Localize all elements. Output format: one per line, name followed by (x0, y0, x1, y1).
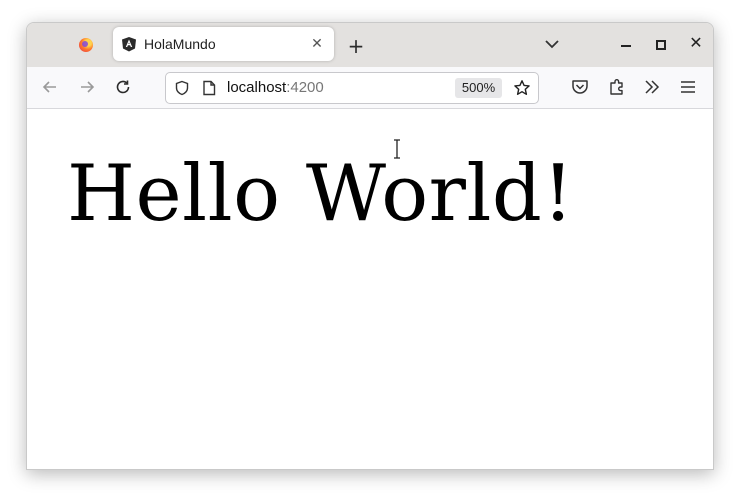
page-info-icon[interactable] (202, 80, 216, 96)
back-icon[interactable] (41, 78, 59, 96)
close-tab-icon[interactable]: ✕ (309, 36, 325, 52)
menu-hamburger-icon[interactable] (678, 77, 698, 97)
navigation-toolbar: localhost:4200 500% (27, 67, 713, 109)
page-heading: Hello World! (67, 149, 575, 239)
angular-icon (122, 37, 136, 52)
zoom-level-button[interactable]: 500% (455, 78, 502, 98)
address-bar[interactable]: localhost:4200 500% (165, 72, 539, 104)
firefox-icon[interactable] (79, 38, 93, 52)
page-content: Hello World! (27, 109, 713, 469)
extensions-icon[interactable] (607, 77, 627, 97)
url-text[interactable]: localhost:4200 (227, 79, 324, 96)
close-window-icon[interactable]: ✕ (689, 35, 703, 51)
forward-icon[interactable] (78, 78, 96, 96)
url-port: :4200 (286, 79, 324, 96)
pocket-icon[interactable] (570, 77, 590, 97)
tab-bar: HolaMundo ✕ + ✕ (27, 23, 713, 67)
browser-window: HolaMundo ✕ + ✕ localhost:4200 500% Hell… (26, 22, 714, 470)
overflow-chevrons-icon[interactable] (642, 77, 662, 97)
tab-holamundo[interactable]: HolaMundo ✕ (113, 27, 334, 61)
bookmark-star-icon[interactable] (513, 79, 531, 97)
reload-icon[interactable] (114, 78, 132, 96)
text-cursor-icon (394, 139, 400, 159)
minimize-icon[interactable] (621, 45, 631, 47)
new-tab-button[interactable]: + (347, 36, 365, 56)
shield-icon[interactable] (174, 80, 190, 96)
maximize-icon[interactable] (656, 40, 666, 50)
url-host: localhost (227, 79, 287, 96)
list-all-tabs-icon[interactable] (544, 38, 560, 50)
tab-title: HolaMundo (144, 36, 216, 52)
